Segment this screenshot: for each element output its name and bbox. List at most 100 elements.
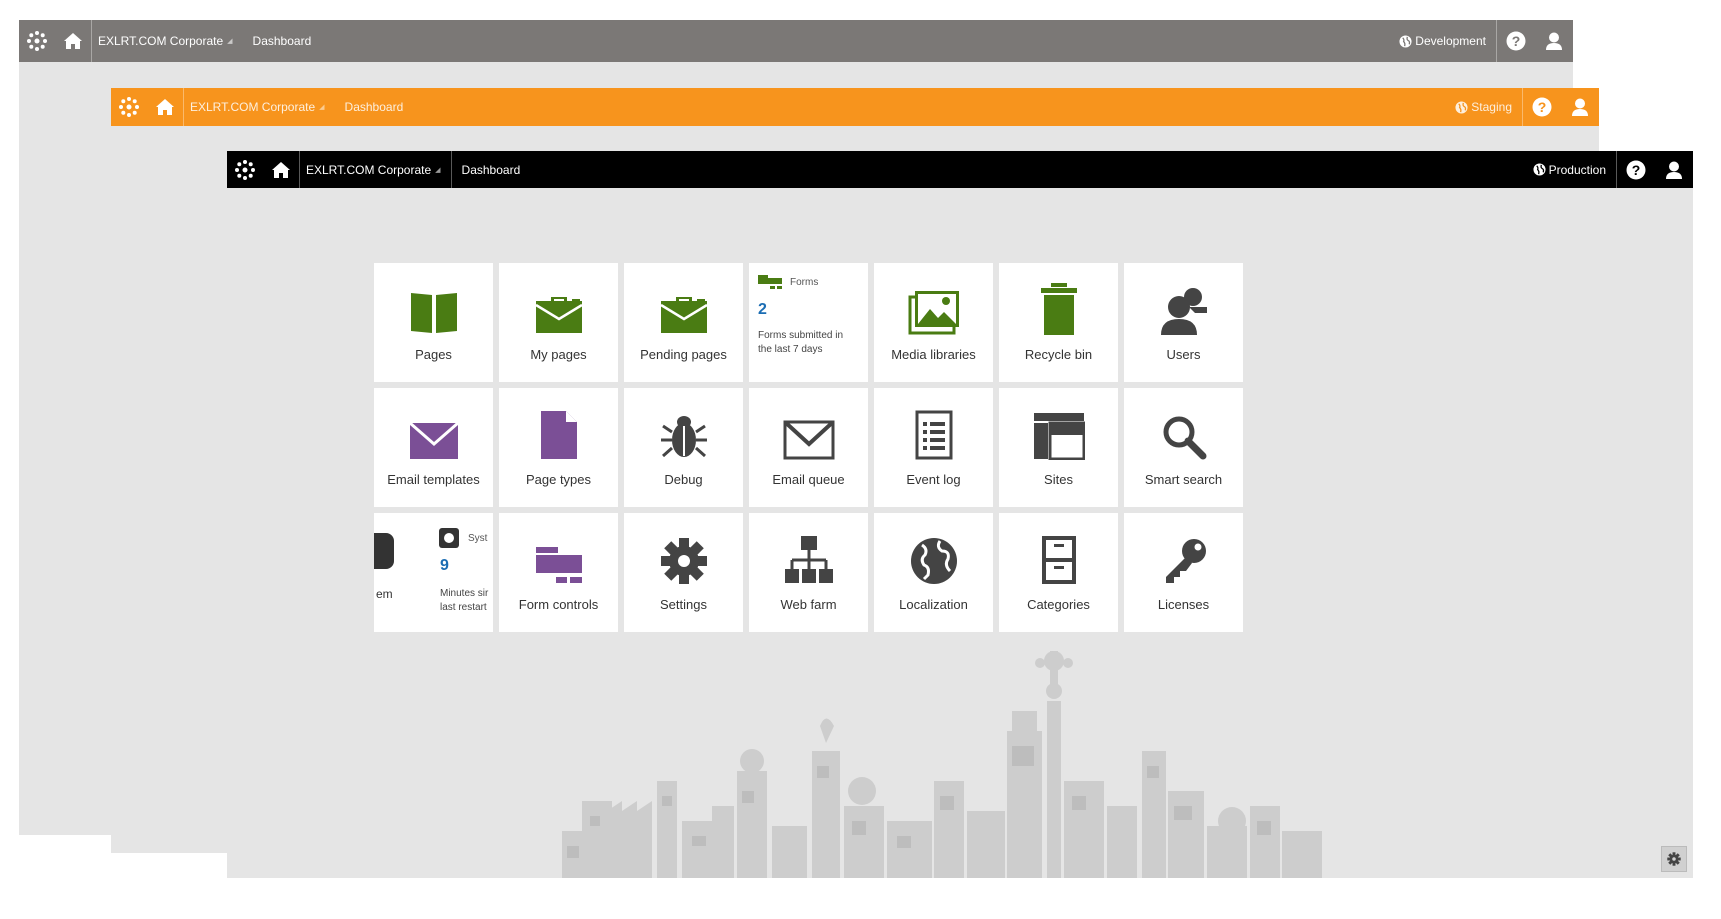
tile-my-pages[interactable]: My pages [499,263,618,382]
tile-media-libraries[interactable]: Media libraries [874,263,993,382]
environment-label: Production [1548,162,1606,177]
home-icon[interactable] [55,20,92,62]
bug-icon [660,416,707,458]
home-icon[interactable] [263,151,300,188]
tile-label-partial: em [376,587,393,601]
image-icon [908,291,959,335]
globe-icon [1533,163,1546,176]
city-illustration [562,651,1322,878]
environment-label: Staging [1471,100,1512,114]
widget-value: 2 [758,301,767,318]
form-controls-icon [535,547,582,583]
site-selector[interactable]: EXLRT.COM Corporate ◢ [184,88,335,126]
help-icon[interactable]: ? [1522,88,1561,126]
book-icon [410,293,457,333]
widget-desc-line2: last restart [440,602,487,613]
breadcrumb[interactable]: Dashboard [452,151,531,188]
tile-label: My pages [530,347,587,362]
document-icon [540,411,577,459]
tile-users[interactable]: Users [1124,263,1243,382]
user-icon[interactable] [1561,88,1599,126]
tile-licenses[interactable]: Licenses [1124,513,1243,632]
widget-title: Forms [790,276,819,288]
tile-label: Recycle bin [1024,347,1093,362]
tile-smart-search[interactable]: Smart search [1124,388,1243,507]
environment-label: Development [1415,34,1486,48]
user-icon[interactable] [1535,20,1573,62]
envelope-icon [408,422,459,459]
tile-forms-widget[interactable]: Forms 2 Forms submitted in the last 7 day… [749,263,868,382]
home-icon[interactable] [147,88,184,126]
briefcase-icon [534,297,583,333]
tile-web-farm[interactable]: Web farm [749,513,868,632]
tile-label: Media libraries [891,347,976,362]
environment-indicator: Production [1523,151,1616,188]
production-header-bar: EXLRT.COM Corporate ◢ Dashboard Productio… [227,151,1693,188]
site-selector[interactable]: EXLRT.COM Corporate ◢ [92,20,243,62]
widget-desc-line1: Forms submitted in [758,330,844,341]
tile-label: Email templates [387,472,480,487]
tile-label: Debug [664,472,703,487]
site-selector[interactable]: EXLRT.COM Corporate ◢ [300,151,452,188]
kentico-logo-icon[interactable] [111,88,147,126]
tile-label: Smart search [1144,472,1223,487]
system-icon-partial [374,533,394,569]
staging-header-bar: EXLRT.COM Corporate ◢ Dashboard Staging ? [111,88,1599,126]
layout-icon [1033,413,1085,460]
tile-system-widget[interactable]: em Syst 9 Minutes sir last restart [374,513,493,632]
briefcase-icon [659,297,708,333]
tile-email-templates[interactable]: Email templates [374,388,493,507]
tile-settings[interactable]: Settings [624,513,743,632]
tile-page-types[interactable]: Page types [499,388,618,507]
tile-label: Sites [1044,472,1073,487]
widget-value: 9 [440,557,449,574]
widget-description: Forms submitted in the last 7 days [758,329,843,357]
tile-label: Web farm [780,597,837,612]
user-icon[interactable] [1655,151,1693,188]
breadcrumb[interactable]: Dashboard [335,88,414,126]
dashboard-tiles: Pages My pages Pending pages Forms 2 For… [374,263,1243,632]
tile-pending-pages[interactable]: Pending pages [624,263,743,382]
caret-icon: ◢ [227,38,233,45]
tile-label: Licenses [1157,597,1210,612]
gear-icon [1667,852,1681,866]
environment-indicator: Staging [1445,88,1522,126]
tile-sites[interactable]: Sites [999,388,1118,507]
site-name: EXLRT.COM Corporate [306,162,432,177]
network-icon [784,536,833,583]
settings-button[interactable] [1661,846,1687,872]
tile-localization[interactable]: Localization [874,513,993,632]
tile-label: Localization [899,597,968,612]
svg-text:?: ? [1512,33,1521,49]
tile-categories[interactable]: Categories [999,513,1118,632]
form-icon [758,275,782,289]
cabinet-icon [1041,536,1076,584]
globe-icon [910,538,957,584]
tile-email-queue[interactable]: Email queue [749,388,868,507]
tile-recycle-bin[interactable]: Recycle bin [999,263,1118,382]
help-icon[interactable]: ? [1616,151,1655,188]
kentico-logo-icon[interactable] [227,151,263,188]
tile-label: Form controls [518,597,599,612]
globe-icon [1455,100,1468,114]
trash-icon [1040,283,1077,335]
tile-pages[interactable]: Pages [374,263,493,382]
environment-indicator: Development [1389,20,1496,62]
kentico-logo-icon[interactable] [19,20,55,62]
tile-label: Categories [1027,597,1090,612]
svg-text:?: ? [1632,162,1641,178]
help-icon[interactable]: ? [1496,20,1535,62]
widget-title: Syst [468,532,488,544]
tile-label: Pages [415,347,452,362]
production-window: EXLRT.COM Corporate ◢ Dashboard Productio… [227,151,1693,878]
tile-label: Settings [660,597,707,612]
breadcrumb[interactable]: Dashboard [243,20,322,62]
gear-icon [660,538,707,584]
globe-icon [1399,34,1412,48]
envelope-outline-icon [783,420,834,460]
tile-form-controls[interactable]: Form controls [499,513,618,632]
tile-debug[interactable]: Debug [624,388,743,507]
system-icon [439,528,459,548]
tile-label: Pending pages [640,347,727,362]
tile-event-log[interactable]: Event log [874,388,993,507]
